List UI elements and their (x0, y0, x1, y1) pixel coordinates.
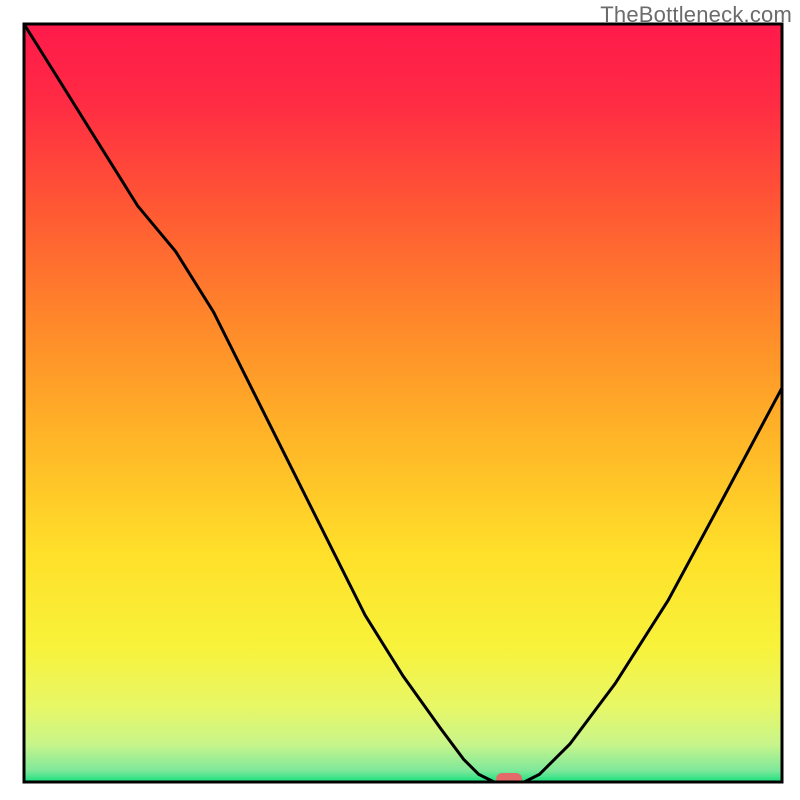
watermark-text: TheBottleneck.com (600, 2, 792, 28)
gradient-background (24, 24, 782, 782)
chart-svg (0, 0, 800, 800)
optimal-marker (496, 773, 522, 787)
bottleneck-chart: TheBottleneck.com (0, 0, 800, 800)
